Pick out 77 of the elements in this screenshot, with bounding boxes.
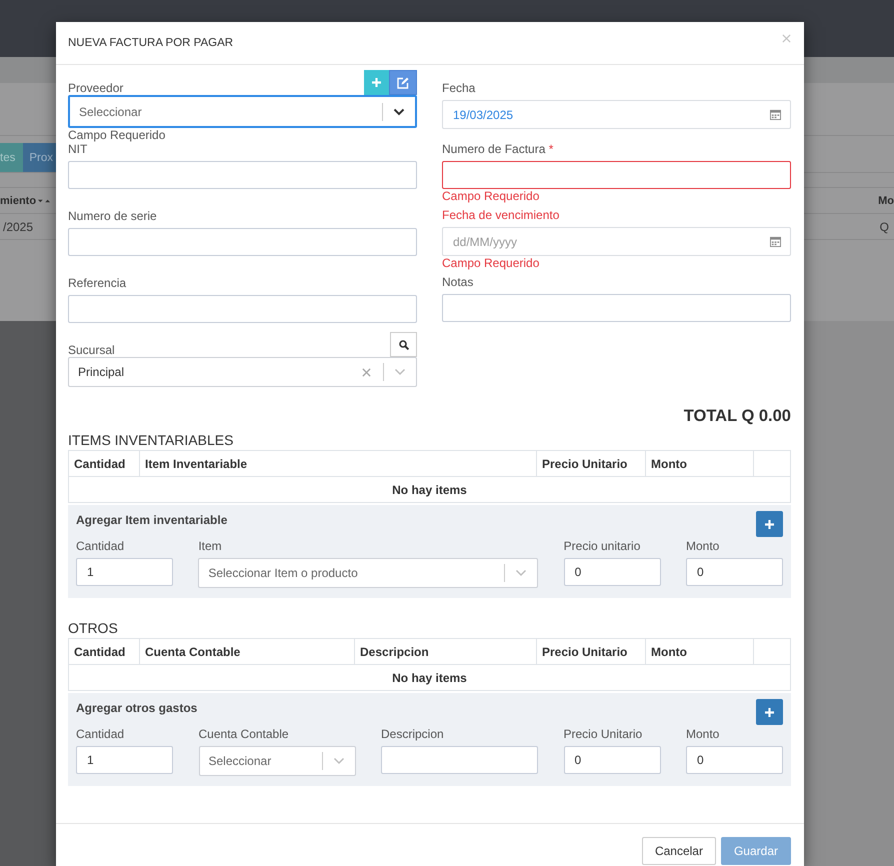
input-field[interactable]: 0 bbox=[564, 558, 661, 586]
input-field[interactable] bbox=[381, 746, 538, 774]
search-button[interactable] bbox=[390, 332, 417, 357]
modal-title: NUEVA FACTURA POR PAGAR bbox=[68, 37, 234, 49]
field-label: Precio Unitario bbox=[564, 727, 644, 741]
column-header: Cantidad bbox=[69, 451, 140, 476]
calendar-icon[interactable] bbox=[770, 109, 781, 120]
plus-icon bbox=[765, 520, 774, 528]
panel-title: Agregar Item inventariable bbox=[76, 513, 228, 527]
input-field[interactable] bbox=[68, 295, 417, 323]
field-label: Monto bbox=[686, 539, 720, 553]
field-label: Monto bbox=[686, 727, 720, 741]
field-label: Item bbox=[198, 539, 223, 553]
field-label: Cantidad bbox=[76, 727, 126, 741]
column-header: Precio Unitario bbox=[537, 639, 646, 664]
column-header: Descripcion bbox=[355, 639, 537, 664]
input-field[interactable]: 0 bbox=[564, 746, 660, 774]
table-cell: Q bbox=[880, 220, 889, 234]
validation-message: Campo Requerido bbox=[442, 190, 540, 203]
cancel-button[interactable]: Cancelar bbox=[642, 837, 716, 865]
sort-icon[interactable] bbox=[38, 198, 50, 204]
input-field[interactable]: 0 bbox=[686, 746, 783, 774]
column-header: Cuenta Contable bbox=[140, 639, 355, 664]
section-title: ITEMS INVENTARIABLES bbox=[68, 432, 234, 449]
field-label: Referencia bbox=[68, 276, 126, 290]
close-icon[interactable] bbox=[782, 34, 791, 43]
input-field[interactable]: 0 bbox=[686, 558, 783, 586]
chevron-icon[interactable] bbox=[393, 108, 405, 116]
empty-message: No hay items bbox=[392, 670, 467, 684]
column-header: Mo bbox=[878, 194, 894, 206]
field-label: Fecha de vencimiento bbox=[442, 208, 560, 222]
plus-icon bbox=[372, 78, 381, 87]
add-button[interactable] bbox=[756, 511, 783, 537]
empty-message: No hay items bbox=[392, 482, 467, 496]
edit-icon bbox=[397, 76, 409, 88]
input-field[interactable] bbox=[68, 161, 417, 189]
input-field[interactable]: 1 bbox=[76, 558, 173, 586]
panel-title: Agregar otros gastos bbox=[76, 701, 198, 715]
column-header: Monto bbox=[646, 639, 754, 664]
field-label: Notas bbox=[442, 275, 474, 289]
plus-icon bbox=[765, 708, 774, 716]
date-field[interactable]: dd/MM/yyyy bbox=[442, 227, 791, 256]
input-field[interactable] bbox=[442, 161, 791, 189]
dropdown[interactable]: Seleccionar Item o producto bbox=[198, 558, 538, 588]
dropdown[interactable]: Seleccionar bbox=[68, 95, 417, 128]
validation-message: Campo Requerido bbox=[442, 257, 540, 270]
column-header: Cantidad bbox=[69, 639, 140, 664]
dropdown[interactable]: Seleccionar bbox=[198, 746, 356, 776]
calendar-icon[interactable] bbox=[770, 236, 781, 247]
column-header: miento bbox=[0, 194, 36, 206]
edit-button[interactable] bbox=[389, 70, 417, 95]
field-label: Cuenta Contable bbox=[198, 727, 290, 741]
add-button[interactable] bbox=[364, 70, 389, 95]
search-icon bbox=[398, 340, 408, 350]
field-label: Proveedor bbox=[68, 81, 124, 95]
column-header: Item Inventariable bbox=[140, 451, 537, 476]
field-label: Numero de Factura * bbox=[442, 142, 554, 156]
field-label: Fecha bbox=[442, 81, 476, 95]
add-button[interactable] bbox=[756, 699, 783, 725]
validation-message: Campo Requerido bbox=[68, 129, 166, 142]
dropdown[interactable]: Principal bbox=[68, 357, 417, 387]
section-title: OTROS bbox=[68, 620, 119, 637]
total-amount: TOTAL Q 0.00 bbox=[682, 406, 791, 427]
field-label: Sucursal bbox=[68, 343, 115, 357]
field-label: Numero de serie bbox=[68, 209, 157, 223]
column-header: Precio Unitario bbox=[537, 451, 646, 476]
clear-icon[interactable] bbox=[362, 368, 371, 376]
input-field[interactable] bbox=[68, 228, 417, 256]
table-cell: /2025 bbox=[3, 220, 34, 234]
input-field[interactable]: 1 bbox=[76, 746, 173, 774]
field-label: Precio unitario bbox=[564, 539, 642, 553]
field-label: Descripcion bbox=[381, 727, 445, 741]
field-label: NIT bbox=[68, 142, 88, 156]
input-field[interactable] bbox=[442, 294, 791, 322]
column-header: Monto bbox=[646, 451, 754, 476]
field-label: Cantidad bbox=[76, 539, 126, 553]
date-field[interactable]: 19/03/2025 bbox=[442, 100, 791, 129]
